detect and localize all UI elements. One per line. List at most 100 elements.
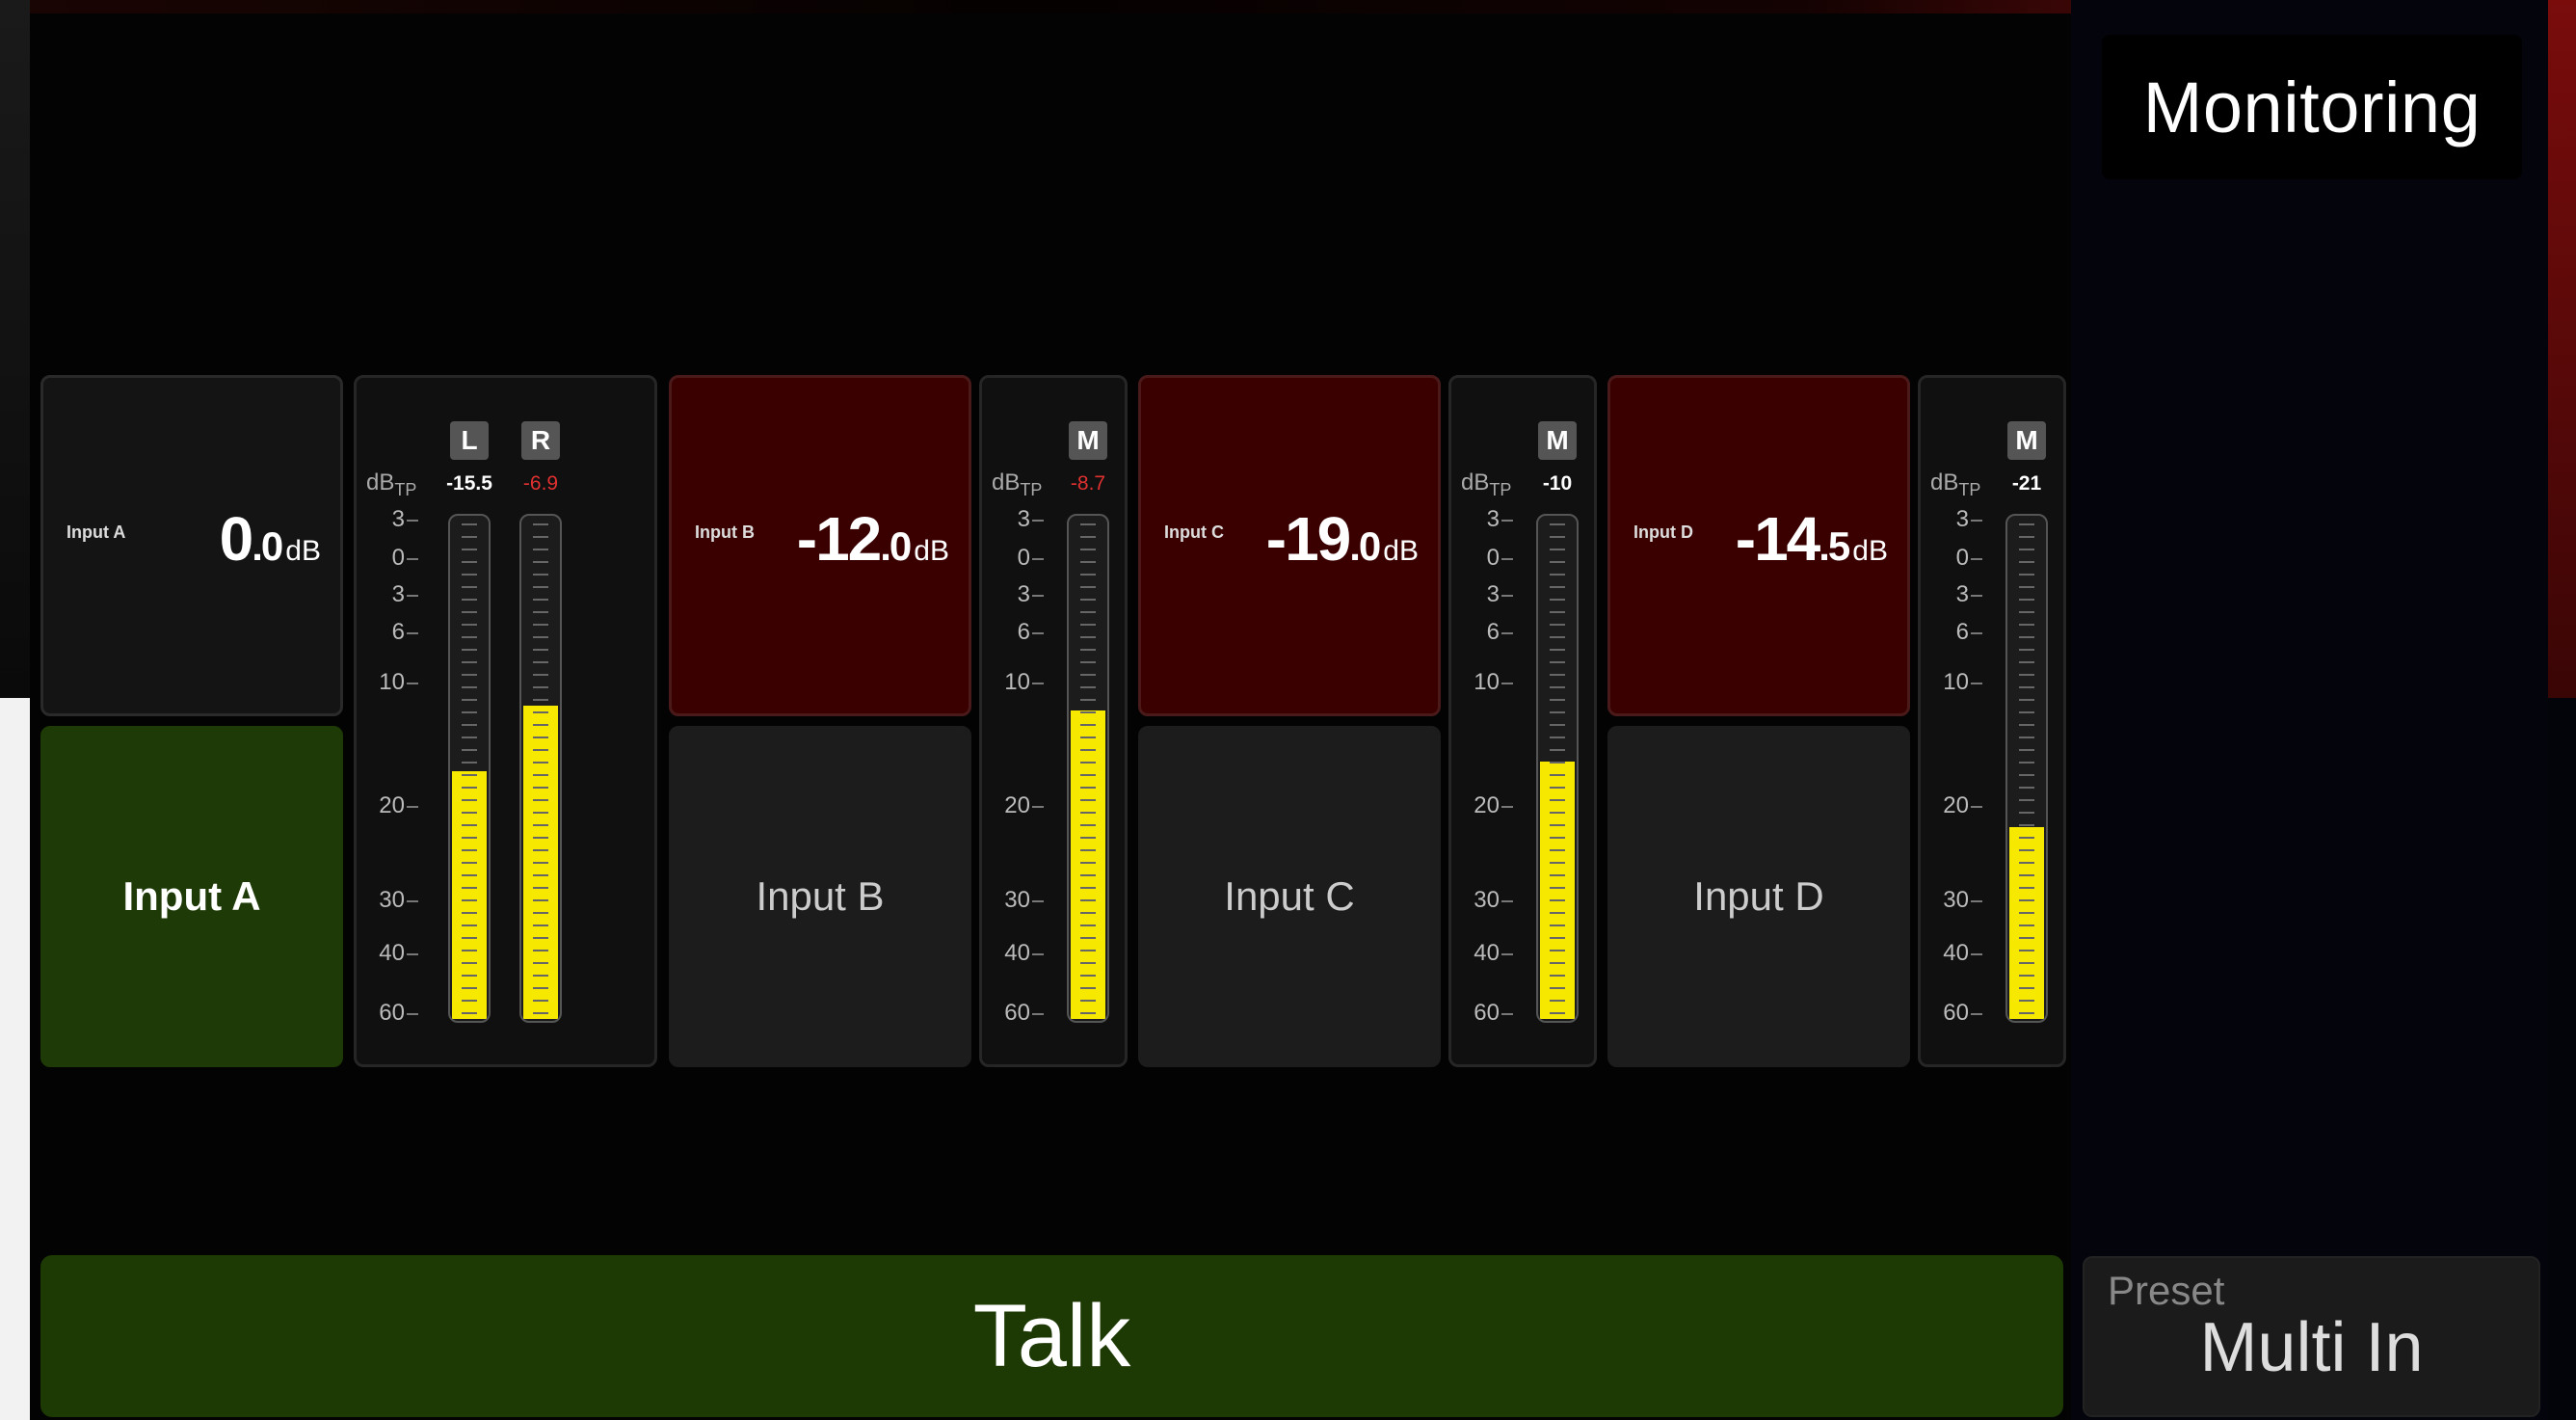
background-left	[0, 0, 30, 698]
meter-tick-label: 60	[379, 1000, 405, 1026]
input-select-button-1[interactable]: Input B	[669, 726, 971, 1067]
meter-tick-mark	[407, 520, 418, 522]
meter-tick-label: 10	[1943, 669, 1969, 695]
meter-tick-label: 20	[1943, 792, 1969, 818]
meter-tick-mark	[1032, 595, 1044, 597]
meter-tick-mark	[407, 683, 418, 684]
meter-tick-mark	[1032, 632, 1044, 634]
gain-channel-label: Input C	[1164, 522, 1224, 542]
gain-value-int: -14	[1735, 504, 1820, 574]
gain-value: -19.0 dB	[1266, 503, 1419, 575]
meter-tick-mark	[1501, 900, 1513, 902]
app-window: Monitoring Input A 0.0 dB Input AdBTP 3 0 3 6 10…	[0, 0, 2576, 1420]
preset-value: Multi In	[2199, 1309, 2424, 1386]
talk-button[interactable]: Talk	[40, 1255, 2063, 1417]
gain-unit: dB	[1383, 535, 1419, 567]
gain-display-0[interactable]: Input A 0.0 dB	[40, 375, 343, 716]
meter-tick-label: 40	[1004, 940, 1030, 966]
meter-tick-label: 3	[1017, 581, 1030, 607]
meter-unit: dBTP	[1930, 469, 1981, 499]
meter-tick-label: 3	[391, 581, 405, 607]
meter-tick-mark	[1032, 953, 1044, 955]
meter-tick-label: 3	[1486, 506, 1500, 532]
channel-badge: L	[450, 421, 489, 460]
meter-tick-label: 6	[1486, 619, 1500, 645]
gain-value: 0.0 dB	[220, 503, 321, 575]
meter-unit: dBTP	[1461, 469, 1512, 499]
peak-readout: -21	[2011, 472, 2042, 495]
gain-value: -12.0 dB	[797, 503, 949, 575]
meter-tick-label: 0	[1486, 545, 1500, 571]
meter-tick-mark	[1501, 520, 1513, 522]
meter-tick-mark	[1501, 683, 1513, 684]
gain-unit: dB	[1852, 535, 1888, 567]
background-left-lower	[0, 698, 30, 1420]
meter-tick-label: 20	[1004, 792, 1030, 818]
meter-bar	[519, 514, 562, 1023]
meter-bar	[448, 514, 491, 1023]
background-right-lower	[2548, 698, 2576, 1420]
level-meter-2: dBTP 3 0 3 6 10 20 30 40 60 M -10	[1448, 375, 1597, 1067]
meter-tick-label: 10	[379, 669, 405, 695]
meter-level-fill	[1071, 710, 1105, 1019]
meter-tick-mark	[1971, 953, 1982, 955]
meter-tick-mark	[1501, 558, 1513, 560]
meter-tick-mark	[1971, 632, 1982, 634]
page-title: Monitoring	[2102, 35, 2522, 179]
meter-tick-mark	[1501, 953, 1513, 955]
gain-channel-label: Input D	[1633, 522, 1693, 542]
level-meter-1: dBTP 3 0 3 6 10 20 30 40 60 M -8.7	[979, 375, 1128, 1067]
channel-badge: M	[1538, 421, 1577, 460]
meter-unit: dBTP	[992, 469, 1043, 499]
meter-tick-label: 0	[1955, 545, 1969, 571]
gain-value-int: -19	[1265, 504, 1351, 574]
meter-tick-label: 3	[1017, 506, 1030, 532]
meter-tick-mark	[1032, 1013, 1044, 1015]
meter-tick-mark	[1501, 806, 1513, 808]
meter-tick-label: 40	[1474, 940, 1500, 966]
meter-tick-label: 30	[1474, 887, 1500, 913]
peak-readout: -15.5	[446, 472, 492, 495]
gain-value-int: 0	[219, 504, 254, 574]
meter-tick-label: 6	[1017, 619, 1030, 645]
input-select-button-2[interactable]: Input C	[1138, 726, 1441, 1067]
level-meter-0: dBTP 3 0 3 6 10 20 30 40 60 L -15.5 R -6.9	[354, 375, 657, 1067]
preset-label: Preset	[2108, 1268, 2225, 1313]
side-panel	[2071, 0, 2548, 1420]
meter-tick-mark	[1971, 558, 1982, 560]
meter-tick-mark	[407, 900, 418, 902]
meter-tick-label: 40	[379, 940, 405, 966]
meter-tick-label: 30	[1004, 887, 1030, 913]
peak-readout: -8.7	[1070, 472, 1106, 495]
meter-tick-label: 30	[1943, 887, 1969, 913]
meter-tick-label: 10	[1474, 669, 1500, 695]
meter-tick-mark	[1501, 595, 1513, 597]
channel-badge: M	[1069, 421, 1107, 460]
gain-display-2[interactable]: Input C -19.0 dB	[1138, 375, 1441, 716]
background-right	[2548, 0, 2576, 698]
meter-tick-label: 6	[391, 619, 405, 645]
meter-level-fill	[2009, 826, 2044, 1019]
meter-tick-mark	[407, 1013, 418, 1015]
meter-tick-mark	[1501, 1013, 1513, 1015]
meter-tick-mark	[407, 595, 418, 597]
meter-tick-mark	[407, 558, 418, 560]
input-select-button-0[interactable]: Input A	[40, 726, 343, 1067]
gain-display-1[interactable]: Input B -12.0 dB	[669, 375, 971, 716]
meter-tick-label: 60	[1943, 1000, 1969, 1026]
channel-badge: M	[2007, 421, 2046, 460]
meter-tick-label: 60	[1004, 1000, 1030, 1026]
peak-readout: -6.9	[522, 472, 559, 495]
meter-tick-mark	[1032, 806, 1044, 808]
meter-tick-mark	[1971, 520, 1982, 522]
gain-display-3[interactable]: Input D -14.5 dB	[1607, 375, 1910, 716]
gain-unit: dB	[914, 535, 949, 567]
meter-tick-label: 20	[379, 792, 405, 818]
meter-tick-mark	[1032, 683, 1044, 684]
preset-selector[interactable]: Preset Multi In	[2083, 1256, 2540, 1417]
meter-tick-label: 40	[1943, 940, 1969, 966]
meter-tick-label: 0	[1017, 545, 1030, 571]
input-select-button-3[interactable]: Input D	[1607, 726, 1910, 1067]
meter-bar	[1067, 514, 1109, 1023]
meter-tick-mark	[407, 806, 418, 808]
